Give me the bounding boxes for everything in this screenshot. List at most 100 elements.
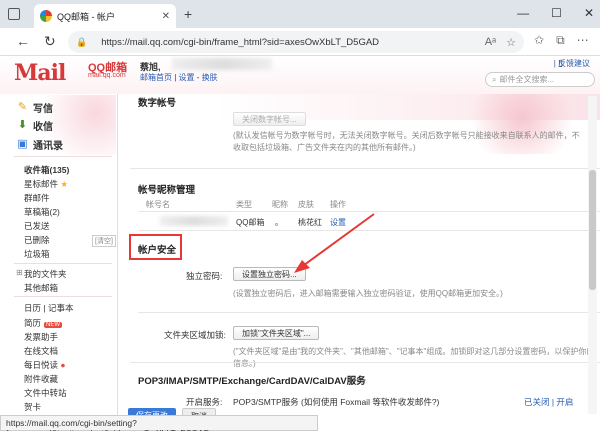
back-icon[interactable]: ←	[16, 33, 30, 49]
sidebar-item-transfer[interactable]: 文件中转站	[24, 387, 67, 399]
contacts-label: 通讯录	[33, 141, 63, 152]
collections-icon[interactable]: ⧉	[556, 33, 565, 48]
mobile-icon[interactable]: ▯	[558, 58, 563, 69]
starred-label: 星标邮件	[24, 179, 59, 189]
close-window-icon[interactable]: ✕	[584, 6, 594, 20]
window-controls: — ☐ ✕	[517, 6, 594, 20]
sidebar-item-group[interactable]: 群邮件	[24, 192, 50, 204]
dot-icon: ●	[60, 360, 66, 370]
new-badge: NEW	[44, 322, 63, 328]
apps-separator: |	[43, 303, 46, 313]
star-icon: ★	[60, 179, 69, 189]
blurred-email	[172, 58, 272, 70]
maximize-icon[interactable]: ☐	[551, 6, 562, 20]
search-input[interactable]: ⌕ 邮件全文搜索...	[485, 72, 595, 87]
sidebar-item-invoice[interactable]: 发票助手	[24, 331, 58, 343]
browser-toolbar: ✩ ⧉ ⋯	[534, 33, 589, 48]
pop-service-label: 开启服务:	[186, 397, 223, 407]
red-arrow-icon	[294, 213, 375, 273]
sidebar-item-calendar[interactable]: 日历 | 记事本	[24, 302, 74, 314]
new-tab-button[interactable]: +	[184, 6, 192, 22]
sidebar-item-starred[interactable]: 星标邮件 ★	[24, 178, 68, 190]
sidebar-toggle-icon[interactable]	[8, 8, 20, 20]
divider	[130, 168, 600, 169]
omnibox[interactable]: 🔒 https://mail.qq.com/cgi-bin/frame_html…	[68, 31, 524, 53]
sidebar-item-card[interactable]: 贺卡	[24, 401, 41, 413]
skin-link[interactable]: 换肤	[202, 73, 218, 82]
sidebar-item-resume[interactable]: 简历 NEW	[24, 317, 63, 329]
resume-label: 简历	[24, 318, 42, 328]
receive-button[interactable]: ⬇ 收信	[16, 118, 96, 133]
pop-service-status[interactable]: 已关闭 | 开启	[524, 396, 573, 408]
tab-title: QQ邮箱 - 帐户	[57, 11, 115, 22]
favorite-star-icon[interactable]: ☆	[506, 36, 516, 49]
password-hint: (设置独立密码后，进入邮箱需要输入独立密码验证，使用QQ邮箱更加安全。)	[233, 289, 503, 298]
digit-account-title: 数字帐号	[138, 98, 177, 109]
sidebar-item-daily[interactable]: 每日悦读 ●	[24, 359, 66, 371]
th-account: 帐号名	[146, 200, 170, 209]
close-digit-hint: (默认发信帐号为数字帐号时，无法关闭数字帐号。关闭后数字帐号只能接收来自联系人的…	[233, 131, 580, 152]
folder-lock-label: 文件夹区域加锁:	[164, 330, 226, 340]
folder-hint: ("文件夹区域"是由"我的文件夹"、"其他邮箱"、"记事本"组成。加锁即对这几部…	[233, 347, 595, 368]
sidebar-item-attachments[interactable]: 附件收藏	[24, 373, 58, 385]
close-digit-account-button[interactable]: 关闭数字帐号...	[233, 112, 306, 126]
th-type: 类型	[236, 200, 252, 209]
divider	[14, 156, 112, 157]
sidebar-item-inbox[interactable]: 收件箱(135)	[24, 164, 69, 176]
status-bar-url: https://mail.qq.com/cgi-bin/setting?fun=…	[0, 415, 318, 431]
lock-folder-button[interactable]: 加锁"文件夹区域"...	[233, 326, 320, 340]
sidebar-item-docs[interactable]: 在线文档	[24, 345, 58, 357]
search-placeholder: 邮件全文搜索...	[499, 75, 555, 84]
settings-link[interactable]: 设置	[179, 73, 195, 82]
nickname-title: 帐号昵称管理	[138, 185, 196, 196]
read-aloud-icon[interactable]: Aᵃ	[485, 36, 496, 49]
divider	[138, 312, 600, 313]
sidebar-item-my-folders[interactable]: 我的文件夹	[24, 268, 67, 280]
independent-password-label: 独立密码:	[186, 271, 223, 281]
calendar-label: 日历	[24, 303, 42, 313]
security-title: 帐户安全	[138, 245, 177, 256]
empty-trash-button[interactable]: [清空]	[92, 235, 116, 247]
logo-domain: mail.qq.com	[88, 72, 126, 79]
sidebar-item-other-mail[interactable]: 其他邮箱	[24, 282, 58, 294]
more-icon[interactable]: ⋯	[577, 33, 589, 48]
favorites-icon[interactable]: ✩	[534, 33, 544, 48]
sidebar-item-drafts[interactable]: 草稿箱(2)	[24, 206, 60, 218]
sidebar-item-deleted[interactable]: 已删除	[24, 234, 50, 246]
user-links: 邮箱首页 | 设置 - 换肤	[140, 73, 218, 82]
home-link[interactable]: 邮箱首页	[140, 73, 172, 82]
divider	[14, 263, 112, 264]
inbox-icon: ⬇	[17, 119, 28, 131]
scrollbar-thumb[interactable]	[589, 170, 596, 290]
pen-icon: ✎	[17, 101, 28, 113]
daily-label: 每日悦读	[24, 360, 59, 370]
th-action: 操作	[330, 200, 346, 209]
pop-service-text[interactable]: POP3/SMTP服务 (如何使用 Foxmail 等软件收发邮件?)	[233, 396, 439, 408]
pop-imap-title: POP3/IMAP/SMTP/Exchange/CardDAV/CalDAV服务	[138, 376, 366, 387]
row-nick: 。	[275, 218, 283, 227]
expand-icon[interactable]: ⊞	[16, 268, 23, 277]
compose-label: 写信	[33, 104, 53, 115]
contacts-icon: ▣	[17, 138, 28, 150]
th-skin: 皮肤	[298, 200, 314, 209]
divider	[130, 362, 600, 363]
divider	[14, 296, 112, 297]
sidebar-item-sent[interactable]: 已发送	[24, 220, 50, 232]
browser-tab[interactable]: QQ邮箱 - 帐户 ✕	[34, 4, 176, 28]
mail-logo[interactable]: Mail	[14, 60, 66, 86]
qq-mail-favicon-icon	[40, 10, 52, 22]
tab-close-icon[interactable]: ✕	[162, 11, 170, 22]
row-type: QQ邮箱	[236, 218, 265, 227]
receive-label: 收信	[33, 122, 53, 133]
blurred-account	[160, 216, 228, 226]
contacts-button[interactable]: ▣ 通讯录	[16, 137, 96, 152]
search-icon: ⌕	[492, 74, 497, 84]
notepad-label[interactable]: 记事本	[48, 303, 74, 313]
th-nick: 昵称	[272, 200, 288, 209]
reload-icon[interactable]: ↻	[44, 33, 56, 50]
sidebar-item-spam[interactable]: 垃圾箱	[24, 248, 50, 260]
lock-icon: 🔒	[76, 36, 88, 47]
compose-button[interactable]: ✎ 写信	[16, 100, 96, 115]
minimize-icon[interactable]: —	[517, 6, 529, 20]
url-text[interactable]: https://mail.qq.com/cgi-bin/frame_html?s…	[101, 37, 379, 48]
